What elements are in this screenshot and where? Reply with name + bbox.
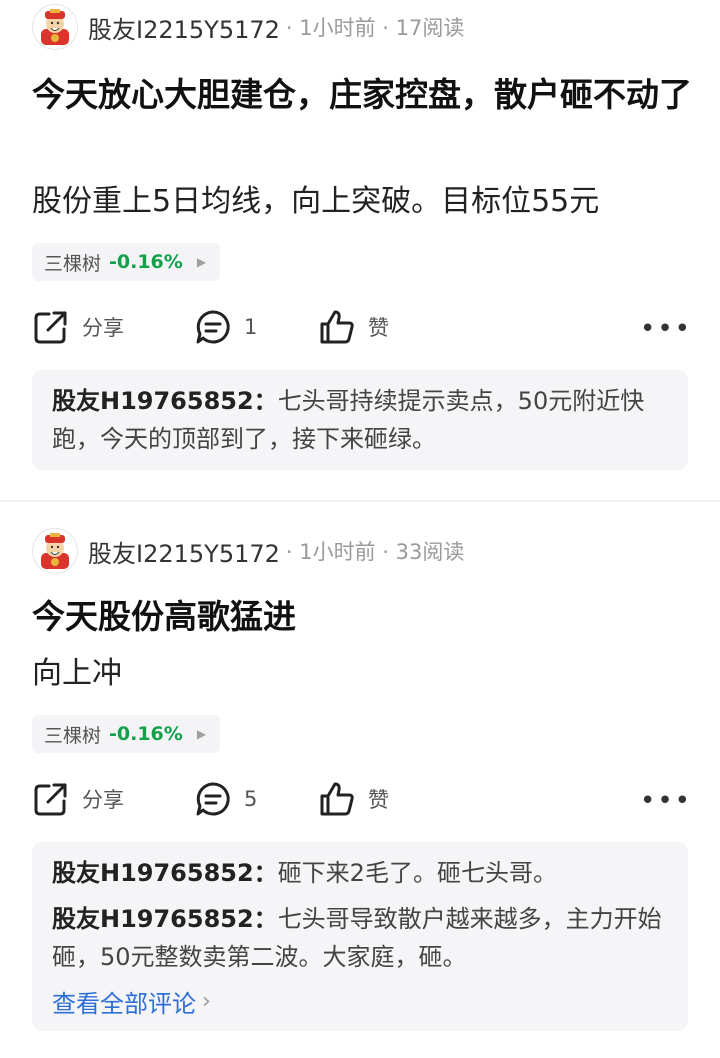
post-meta: · 1小时前 · 33阅读 bbox=[285, 540, 465, 564]
stock-name: 三棵树 bbox=[44, 252, 102, 275]
comment-user[interactable]: 股友H19765852： bbox=[52, 859, 278, 887]
stock-tag[interactable]: 三棵树 -0.16% ▶ bbox=[32, 715, 221, 753]
view-all-comments-link[interactable]: 查看全部评论 › bbox=[52, 984, 668, 1019]
comment-item[interactable]: 股友H19765852：七头哥导致散户越来越多，主力开始砸，50元整数卖第二波。… bbox=[52, 900, 668, 976]
avatar[interactable] bbox=[32, 4, 78, 50]
share-label: 分享 bbox=[82, 788, 124, 812]
comment-preview[interactable]: 股友H19765852：七头哥持续提示卖点，50元附近快跑，今天的顶部到了，接下… bbox=[32, 370, 688, 470]
post-header: 股友I2215Y5172 · 1小时前 · 33阅读 bbox=[32, 528, 465, 574]
post-meta: · 1小时前 · 17阅读 bbox=[285, 16, 465, 40]
author-name[interactable]: 股友I2215Y5172 bbox=[88, 534, 280, 569]
comment-count: 5 bbox=[244, 787, 258, 811]
comment-user[interactable]: 股友H19765852： bbox=[52, 387, 278, 415]
share-button[interactable]: 分享 bbox=[32, 308, 194, 346]
like-label: 赞 bbox=[368, 788, 389, 812]
comment-button[interactable]: 5 bbox=[194, 780, 318, 818]
action-bar: 分享 1 赞 ••• bbox=[32, 302, 692, 352]
comment-count: 1 bbox=[244, 315, 258, 339]
fortune-god-avatar-icon bbox=[41, 9, 69, 45]
avatar[interactable] bbox=[32, 528, 78, 574]
chevron-right-icon: ▶ bbox=[196, 255, 207, 269]
stock-change: -0.16% bbox=[109, 723, 183, 745]
comment-item[interactable]: 股友H19765852：七头哥持续提示卖点，50元附近快跑，今天的顶部到了，接下… bbox=[52, 382, 668, 458]
comment-preview[interactable]: 股友H19765852：砸下来2毛了。砸七头哥。 股友H19765852：七头哥… bbox=[32, 842, 688, 1031]
view-all-label: 查看全部评论 bbox=[52, 990, 196, 1018]
share-label: 分享 bbox=[82, 316, 124, 340]
action-bar: 分享 5 赞 ••• bbox=[32, 774, 692, 824]
post-header: 股友I2215Y5172 · 1小时前 · 17阅读 bbox=[32, 4, 465, 50]
post-divider bbox=[0, 500, 720, 502]
stock-change: -0.16% bbox=[109, 251, 183, 273]
comment-icon bbox=[196, 310, 230, 344]
comment-user[interactable]: 股友H19765852： bbox=[52, 905, 278, 933]
share-icon bbox=[34, 311, 67, 344]
more-dots-icon[interactable]: ••• bbox=[640, 786, 692, 816]
post-title[interactable]: 今天股份高歌猛进 bbox=[32, 592, 692, 642]
chevron-right-icon: ▶ bbox=[196, 727, 207, 741]
share-icon bbox=[34, 783, 67, 816]
thumbs-up-icon bbox=[320, 310, 354, 344]
fortune-god-avatar-icon bbox=[41, 533, 69, 569]
comment-button[interactable]: 1 bbox=[194, 308, 318, 346]
share-button[interactable]: 分享 bbox=[32, 780, 194, 818]
stock-tag[interactable]: 三棵树 -0.16% ▶ bbox=[32, 243, 221, 281]
post-card[interactable]: 股友I2215Y5172 · 1小时前 · 17阅读 今天放心大胆建仓，庄家控盘… bbox=[0, 0, 720, 500]
author-name[interactable]: 股友I2215Y5172 bbox=[88, 10, 280, 45]
like-button[interactable]: 赞 bbox=[318, 780, 389, 818]
more-dots-icon[interactable]: ••• bbox=[640, 314, 692, 344]
post-card[interactable]: 股友I2215Y5172 · 1小时前 · 33阅读 今天股份高歌猛进 向上冲 … bbox=[0, 524, 720, 1058]
chevron-right-icon: › bbox=[202, 989, 211, 1014]
post-body[interactable]: 股份重上5日均线，向上突破。目标位55元 bbox=[32, 182, 692, 222]
post-title[interactable]: 今天放心大胆建仓，庄家控盘，散户砸不动了 bbox=[32, 70, 692, 120]
like-button[interactable]: 赞 bbox=[318, 308, 389, 346]
like-label: 赞 bbox=[368, 316, 389, 340]
thumbs-up-icon bbox=[320, 782, 354, 816]
post-body[interactable]: 向上冲 bbox=[32, 654, 692, 694]
comment-icon bbox=[196, 782, 230, 816]
comment-text: 砸下来2毛了。砸七头哥。 bbox=[277, 859, 557, 887]
stock-name: 三棵树 bbox=[44, 724, 102, 747]
comment-item[interactable]: 股友H19765852：砸下来2毛了。砸七头哥。 bbox=[52, 854, 668, 892]
